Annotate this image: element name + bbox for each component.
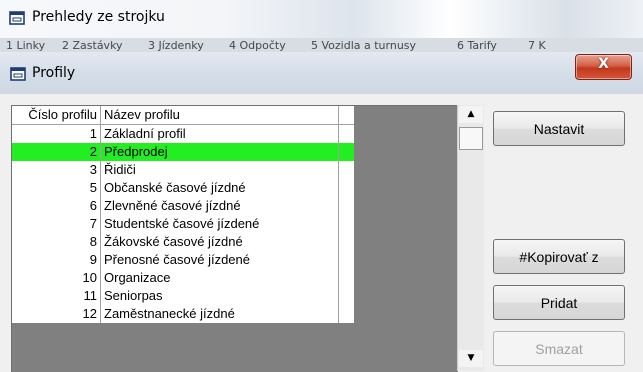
table-row-selected[interactable]: 2 Předprodej <box>12 143 354 161</box>
profile-number: 1 <box>12 125 101 143</box>
menu-item-7[interactable]: 7 K <box>528 39 546 52</box>
profile-name: Základní profil <box>101 125 339 143</box>
profile-name: Seniorpas <box>101 287 339 305</box>
parent-window-titlebar: Prehledy ze strojku <box>0 0 643 38</box>
table-row[interactable]: 5 Občanské časové jízdné <box>12 179 354 197</box>
parent-window-title: Prehledy ze strojku <box>32 9 165 25</box>
dialog-title: Profily <box>32 65 76 81</box>
table-row[interactable]: 3 Řidiči <box>12 161 354 179</box>
profile-number: 7 <box>12 215 101 233</box>
scroll-down-arrow-icon[interactable]: ▼ <box>459 350 483 367</box>
profile-name: Občanské časové jízdné <box>101 179 339 197</box>
profile-number: 2 <box>12 143 101 161</box>
profile-name: Zaměstnanecké jízdné <box>101 305 339 323</box>
menu-item-vozidla[interactable]: 5 Vozidla a turnusy <box>311 39 416 52</box>
column-header-name[interactable]: Název profilu <box>101 106 339 124</box>
kopirovat-z-button[interactable]: #Kopirovať z <box>493 239 625 274</box>
grid-header: Číslo profilu Název profilu <box>12 106 354 125</box>
menu-item-tarify[interactable]: 6 Tarify <box>457 39 497 52</box>
profile-name: Řidiči <box>101 161 339 179</box>
vertical-scrollbar[interactable]: ▲ ▼ <box>457 105 484 371</box>
nastavit-button[interactable]: Nastavit <box>493 111 625 146</box>
column-header-number[interactable]: Číslo profilu <box>12 106 101 124</box>
table-row[interactable]: 8 Žákovské časové jízdné <box>12 233 354 251</box>
menu-item-zastavky[interactable]: 2 Zastávky <box>62 39 123 52</box>
profile-number: 12 <box>12 305 101 323</box>
window-icon <box>9 11 25 25</box>
profile-number: 6 <box>12 197 101 215</box>
table-row[interactable]: 12 Zaměstnanecké jízdné <box>12 305 354 323</box>
table-row[interactable]: 10 Organizace <box>12 269 354 287</box>
profile-number: 9 <box>12 251 101 269</box>
menu-item-odpocty[interactable]: 4 Odpočty <box>229 39 286 52</box>
profile-name: Předprodej <box>101 143 339 161</box>
table-row[interactable]: 9 Přenosné časové jízdené <box>12 251 354 269</box>
window-icon <box>10 67 26 81</box>
profile-name: Organizace <box>101 269 339 287</box>
table-row[interactable]: 6 Zlevněné časové jízdné <box>12 197 354 215</box>
scroll-up-arrow-icon[interactable]: ▲ <box>459 106 483 123</box>
profile-number: 10 <box>12 269 101 287</box>
close-button[interactable]: X <box>575 54 632 80</box>
scroll-thumb[interactable] <box>459 127 483 150</box>
parent-menu-bar: 1 Linky 2 Zastávky 3 Jízdenky 4 Odpočty … <box>0 38 643 52</box>
table-row[interactable]: 7 Studentské časové jízdené <box>12 215 354 233</box>
profile-number: 3 <box>12 161 101 179</box>
profile-name: Zlevněné časové jízdné <box>101 197 339 215</box>
profile-number: 11 <box>12 287 101 305</box>
profile-name: Žákovské časové jízdné <box>101 233 339 251</box>
profile-number: 8 <box>12 233 101 251</box>
dialog-titlebar: Profily <box>0 52 643 94</box>
profile-number: 5 <box>12 179 101 197</box>
table-row[interactable]: 1 Základní profil <box>12 125 354 143</box>
table-row[interactable]: 11 Seniorpas <box>12 287 354 305</box>
profiles-grid[interactable]: Číslo profilu Název profilu 1 Základní pr… <box>11 105 458 372</box>
pridat-button[interactable]: Pridat <box>493 285 625 320</box>
grid-rows: Číslo profilu Název profilu 1 Základní pr… <box>12 106 354 323</box>
menu-item-linky[interactable]: 1 Linky <box>6 39 45 52</box>
smazat-button[interactable]: Smazat <box>493 331 625 366</box>
close-icon: X <box>598 56 609 72</box>
menu-item-jizdenky[interactable]: 3 Jízdenky <box>148 39 204 52</box>
profile-name: Přenosné časové jízdené <box>101 251 339 269</box>
profile-name: Studentské časové jízdené <box>101 215 339 233</box>
